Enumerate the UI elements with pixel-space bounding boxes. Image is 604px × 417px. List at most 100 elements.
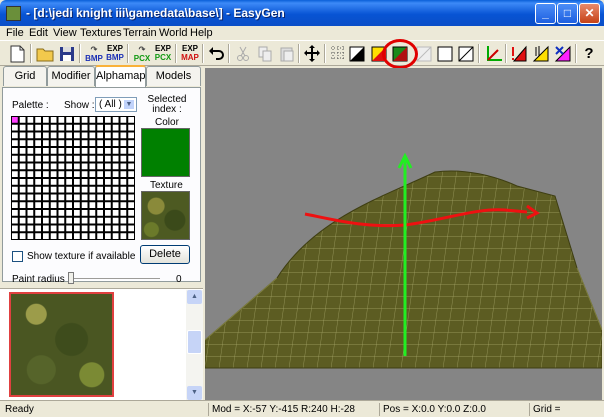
palette-cell[interactable] — [58, 225, 65, 232]
palette-cell[interactable] — [128, 171, 134, 177]
palette-cell[interactable] — [120, 233, 127, 239]
palette-cell[interactable] — [12, 171, 18, 177]
palette-cell[interactable] — [66, 179, 72, 185]
palette-cell[interactable] — [43, 148, 49, 154]
palette-cell[interactable] — [74, 171, 80, 177]
palette-cell[interactable] — [120, 210, 127, 216]
palette-cell[interactable] — [27, 225, 34, 232]
palette-cell[interactable] — [58, 140, 65, 146]
palette-cell[interactable] — [89, 217, 96, 224]
palette-cell[interactable] — [50, 179, 57, 185]
palette-cell[interactable] — [27, 155, 34, 162]
palette-cell[interactable] — [74, 217, 80, 224]
save-disk-icon[interactable] — [56, 43, 78, 64]
palette-cell[interactable] — [81, 202, 88, 208]
white-square-icon[interactable] — [434, 43, 456, 64]
title-bar[interactable]: - [d:\jedi knight iii\gamedata\base\] - … — [0, 0, 604, 26]
palette-cell[interactable] — [97, 117, 103, 123]
palette-cell[interactable] — [43, 194, 49, 201]
palette-cell[interactable] — [128, 132, 134, 139]
palette-cell[interactable] — [89, 155, 96, 162]
menu-edit[interactable]: Edit — [29, 26, 48, 40]
palette-cell[interactable] — [89, 117, 96, 123]
new-file-icon[interactable] — [6, 43, 28, 64]
palette-cell[interactable] — [50, 124, 57, 131]
palette-cell[interactable] — [27, 117, 34, 123]
palette-cell[interactable] — [12, 124, 18, 131]
palette-cell[interactable] — [19, 148, 26, 154]
export-pcx-button[interactable]: EXP PCX — [152, 43, 174, 64]
palette-cell[interactable] — [66, 194, 72, 201]
palette-cell[interactable] — [97, 202, 103, 208]
palette-cell[interactable] — [128, 163, 134, 170]
palette-cell[interactable] — [81, 194, 88, 201]
palette-cell[interactable] — [58, 202, 65, 208]
palette-cell[interactable] — [128, 124, 134, 131]
palette-cell[interactable] — [97, 155, 103, 162]
texture-thumbnail[interactable] — [9, 292, 114, 397]
palette-cell[interactable] — [112, 233, 119, 239]
axis-gizmo-icon[interactable] — [482, 43, 504, 64]
palette-cell[interactable] — [66, 233, 72, 239]
palette-cell[interactable] — [50, 132, 57, 139]
palette-cell[interactable] — [128, 217, 134, 224]
palette-cell[interactable] — [66, 117, 72, 123]
palette-cell[interactable] — [89, 194, 96, 201]
palette-cell[interactable] — [74, 225, 80, 232]
palette-cell[interactable] — [35, 179, 41, 185]
black-white-split-icon[interactable] — [346, 43, 368, 64]
palette-cell[interactable] — [19, 233, 26, 239]
palette-cell[interactable] — [35, 233, 41, 239]
palette-cell[interactable] — [27, 140, 34, 146]
palette-cell[interactable] — [120, 186, 127, 193]
palette-cell[interactable] — [97, 186, 103, 193]
palette-cell[interactable] — [74, 179, 80, 185]
palette-cell[interactable] — [19, 163, 26, 170]
palette-cell[interactable] — [66, 132, 72, 139]
palette-cell[interactable] — [66, 217, 72, 224]
palette-cell[interactable] — [35, 132, 41, 139]
menu-textures[interactable]: Textures — [80, 26, 122, 40]
palette-cell[interactable] — [58, 186, 65, 193]
palette-cell[interactable] — [97, 210, 103, 216]
palette-cell[interactable] — [66, 225, 72, 232]
palette-cell[interactable] — [81, 210, 88, 216]
scroll-up-icon[interactable]: ▲ — [187, 290, 202, 304]
delete-button[interactable]: Delete — [140, 245, 190, 264]
palette-cell[interactable] — [81, 155, 88, 162]
palette-cell[interactable] — [74, 202, 80, 208]
palette-cell[interactable] — [74, 233, 80, 239]
palette-cell[interactable] — [66, 186, 72, 193]
palette-cell[interactable] — [58, 124, 65, 131]
palette-cell[interactable] — [66, 171, 72, 177]
palette-cell[interactable] — [97, 148, 103, 154]
palette-cell[interactable] — [12, 132, 18, 139]
maximize-button[interactable]: □ — [557, 3, 578, 24]
palette-cell[interactable] — [105, 148, 111, 154]
palette-cell[interactable] — [81, 225, 88, 232]
palette-cell[interactable] — [50, 233, 57, 239]
palette-cell[interactable] — [97, 194, 103, 201]
palette-cell[interactable] — [112, 171, 119, 177]
palette-cell[interactable] — [50, 194, 57, 201]
palette-cell[interactable] — [35, 124, 41, 131]
palette-cell[interactable] — [97, 171, 103, 177]
palette-cell[interactable] — [89, 171, 96, 177]
palette-cell[interactable] — [89, 163, 96, 170]
palette-cell[interactable] — [43, 117, 49, 123]
palette-cell[interactable] — [128, 179, 134, 185]
palette-cell[interactable] — [112, 225, 119, 232]
palette-cell[interactable] — [105, 171, 111, 177]
palette-cell[interactable] — [112, 155, 119, 162]
palette-cell[interactable] — [112, 124, 119, 131]
palette-cell[interactable] — [35, 155, 41, 162]
palette-cell[interactable] — [35, 163, 41, 170]
palette-cell[interactable] — [112, 148, 119, 154]
chevron-down-icon[interactable]: ▼ — [123, 99, 135, 110]
palette-cell[interactable] — [105, 210, 111, 216]
export-map-button[interactable]: EXP MAP — [179, 43, 201, 64]
selected-color-swatch[interactable] — [141, 128, 190, 177]
palette-cell[interactable] — [58, 233, 65, 239]
palette-cell[interactable] — [19, 217, 26, 224]
palette-cell[interactable] — [81, 124, 88, 131]
